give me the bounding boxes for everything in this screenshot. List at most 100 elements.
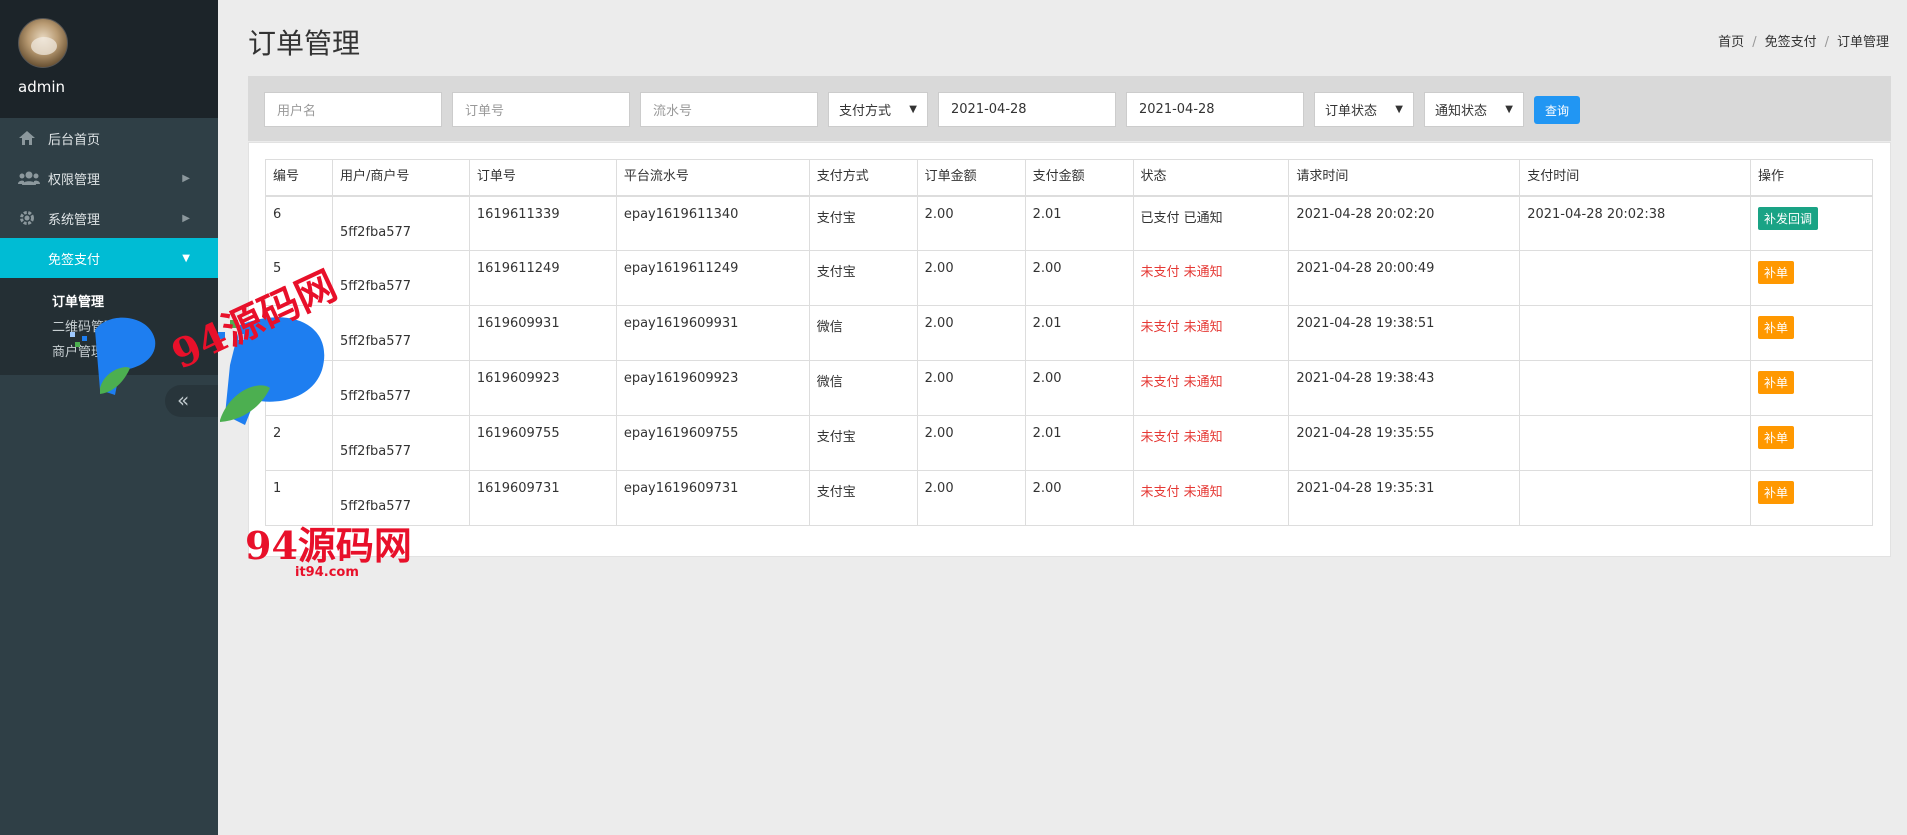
breadcrumb-free-pay[interactable]: 免签支付 xyxy=(1765,35,1817,50)
sidebar-collapse-button[interactable]: « xyxy=(165,385,218,417)
notify-status-select[interactable]: 通知状态 ▼ xyxy=(1424,92,1524,127)
cell-pay-amount: 2.01 xyxy=(1024,415,1134,471)
subnav-item-orders[interactable]: 订单管理 xyxy=(0,290,218,315)
cell-id: 5 xyxy=(265,250,333,306)
column-header: 支付方式 xyxy=(808,159,918,197)
pay-method-select[interactable]: 支付方式 ▼ xyxy=(828,92,928,127)
cell-action: 补单 xyxy=(1750,470,1873,526)
cell-pay-amount: 2.00 xyxy=(1024,470,1134,526)
users-icon xyxy=(18,170,48,186)
subnav-item-qrcode[interactable]: 二维码管理 xyxy=(0,315,218,340)
cell-order-amount: 2.00 xyxy=(916,360,1026,416)
query-button[interactable]: 查询 xyxy=(1534,96,1580,124)
cell-action: 补单 xyxy=(1750,250,1873,306)
cell-order-no: 1619609755 xyxy=(468,415,617,471)
cell-pay-time xyxy=(1519,415,1752,471)
sidebar-item-permissions[interactable]: 权限管理 ▶ xyxy=(0,158,218,198)
supplement-order-button[interactable]: 补单 xyxy=(1758,481,1795,504)
cell-method: 微信 xyxy=(808,360,918,416)
breadcrumb: 首页 / 免签支付 / 订单管理 xyxy=(1718,31,1889,50)
page-title: 订单管理 xyxy=(248,27,361,60)
supplement-order-button[interactable]: 补单 xyxy=(1758,426,1795,449)
serial-number-input[interactable]: 流水号 xyxy=(640,92,818,127)
avatar[interactable] xyxy=(18,18,68,68)
cell-merchant: 5ff2fba577 xyxy=(331,470,470,526)
cell-pay-amount: 2.00 xyxy=(1024,360,1134,416)
cell-method: 支付宝 xyxy=(808,250,918,306)
merchant-id: 5ff2fba577 xyxy=(339,389,412,404)
cell-status: 已支付 已通知 xyxy=(1132,195,1290,251)
cell-order-amount: 2.00 xyxy=(916,195,1026,251)
cell-serial: epay1619609731 xyxy=(615,470,810,526)
sidebar-item-label: 免签支付 xyxy=(48,252,101,268)
merchant-id: 5ff2fba577 xyxy=(339,224,412,240)
cell-request-time: 2021-04-28 20:00:49 xyxy=(1288,250,1521,306)
username-input[interactable]: 用户名 xyxy=(264,92,442,127)
sidebar-item-system[interactable]: 系统管理 ▶ xyxy=(0,198,218,238)
merchant-id: 5ff2fba577 xyxy=(339,279,412,294)
start-date-input[interactable]: 2021-04-28 xyxy=(938,92,1116,127)
merchant-id: 5ff2fba577 xyxy=(339,499,412,514)
column-header: 请求时间 xyxy=(1288,159,1521,197)
cell-method: 微信 xyxy=(808,305,918,361)
sidebar: admin 后台首页 权限管理 ▶ 系统管理 ▶ 免签支付 ▼ 订单管理 二维码… xyxy=(0,0,218,835)
cell-id: 3 xyxy=(265,360,333,416)
table-row: 2 5ff2fba577 1619609755 epay1619609755 支付宝 2.… xyxy=(265,415,1873,471)
order-id: 5 xyxy=(273,261,282,276)
cell-order-amount: 2.00 xyxy=(916,415,1026,471)
cell-pay-time xyxy=(1519,360,1752,416)
sidebar-item-label: 权限管理 xyxy=(48,172,101,188)
supplement-order-button[interactable]: 补单 xyxy=(1758,316,1795,339)
column-header: 订单金额 xyxy=(916,159,1026,197)
cell-order-amount: 2.00 xyxy=(916,305,1026,361)
order-id: 6 xyxy=(273,206,282,222)
cell-status: 未支付 未通知 xyxy=(1132,415,1290,471)
cell-method: 支付宝 xyxy=(808,195,918,251)
cell-pay-amount: 2.01 xyxy=(1024,305,1134,361)
chevron-right-icon: ▶ xyxy=(182,212,190,224)
order-number-input[interactable]: 订单号 xyxy=(452,92,630,127)
cell-serial: epay1619611249 xyxy=(615,250,810,306)
column-header: 支付时间 xyxy=(1519,159,1752,197)
cell-serial: epay1619609923 xyxy=(615,360,810,416)
cell-pay-time xyxy=(1519,250,1752,306)
sidebar-nav: 后台首页 权限管理 ▶ 系统管理 ▶ 免签支付 ▼ xyxy=(0,118,218,278)
sidebar-item-home[interactable]: 后台首页 xyxy=(0,118,218,158)
subnav-item-merchants[interactable]: 商户管理 xyxy=(0,340,218,365)
cell-request-time: 2021-04-28 19:38:51 xyxy=(1288,305,1521,361)
cell-status: 未支付 未通知 xyxy=(1132,305,1290,361)
cell-status: 未支付 未通知 xyxy=(1132,360,1290,416)
breadcrumb-separator: / xyxy=(1824,35,1829,50)
select-value: 支付方式 xyxy=(839,104,892,119)
cell-method: 支付宝 xyxy=(808,470,918,526)
cell-merchant: 5ff2fba577 xyxy=(331,415,470,471)
supplement-order-button[interactable]: 补单 xyxy=(1758,371,1795,394)
order-id: 1 xyxy=(273,481,282,496)
cell-pay-time: 2021-04-28 20:02:38 xyxy=(1519,195,1752,251)
breadcrumb-separator: / xyxy=(1752,35,1757,50)
order-id: 3 xyxy=(273,371,282,386)
column-header: 平台流水号 xyxy=(615,159,810,197)
double-chevron-left-icon: « xyxy=(177,388,190,412)
chevron-down-icon: ▼ xyxy=(1395,104,1403,115)
breadcrumb-home[interactable]: 首页 xyxy=(1718,35,1744,50)
breadcrumb-current: 订单管理 xyxy=(1836,35,1889,50)
main-content: 订单管理 首页 / 免签支付 / 订单管理 用户名 订单号 流水号 支付方式 ▼ 2021… xyxy=(218,0,1907,835)
column-header: 支付金额 xyxy=(1024,159,1134,197)
chevron-right-icon: ▶ xyxy=(182,172,190,184)
chevron-down-icon: ▼ xyxy=(909,104,917,115)
cell-id: 6 xyxy=(265,195,333,251)
cell-order-no: 1619609731 xyxy=(468,470,617,526)
cell-method: 支付宝 xyxy=(808,415,918,471)
resend-callback-button[interactable]: 补发回调 xyxy=(1758,206,1819,230)
order-id: 2 xyxy=(273,426,282,441)
order-status-select[interactable]: 订单状态 ▼ xyxy=(1314,92,1414,127)
sidebar-item-free-pay[interactable]: 免签支付 ▼ xyxy=(0,238,218,278)
select-value: 订单状态 xyxy=(1325,104,1378,119)
cell-id: 2 xyxy=(265,415,333,471)
filter-bar: 用户名 订单号 流水号 支付方式 ▼ 2021-04-28 2021-04-28 … xyxy=(248,76,1891,141)
cell-merchant: 5ff2fba577 xyxy=(331,195,470,251)
end-date-input[interactable]: 2021-04-28 xyxy=(1126,92,1304,127)
supplement-order-button[interactable]: 补单 xyxy=(1758,261,1795,284)
cell-merchant: 5ff2fba577 xyxy=(331,250,470,306)
